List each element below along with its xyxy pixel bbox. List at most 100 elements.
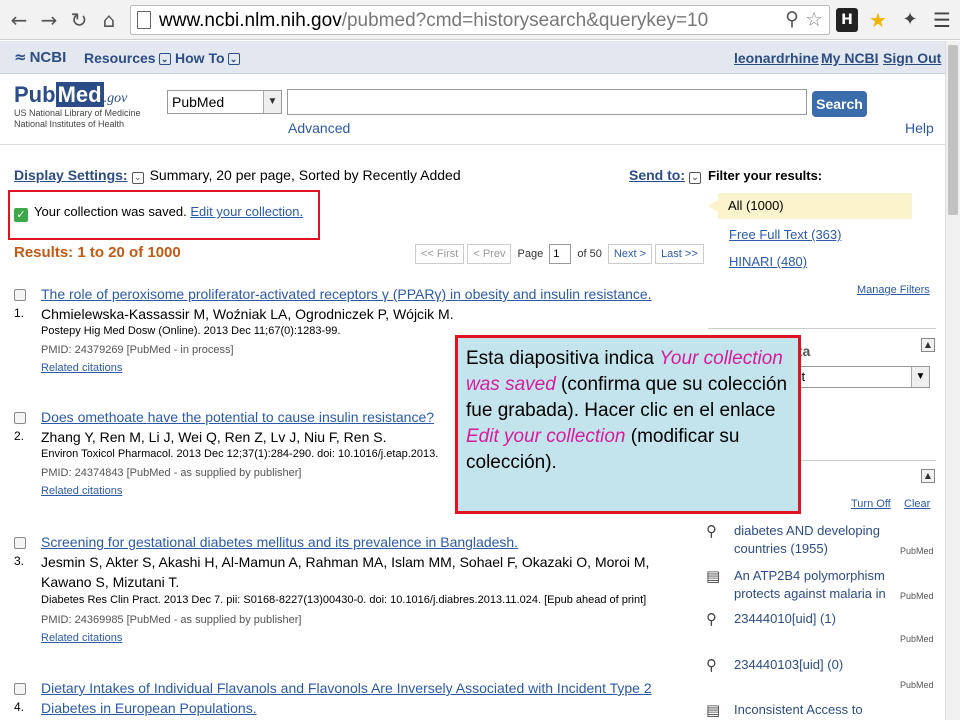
result-title-link[interactable]: Does omethoate have the potential to cau… [41,409,434,425]
ncbi-logo-text: NCBI [29,49,67,66]
result-journal: Postepy Hig Med Dosw (Online). 2013 Dec … [41,325,341,337]
zoom-icon[interactable]: ⚲ [785,8,799,30]
result-number: 4. [14,700,25,714]
result-authors: Zhang Y, Ren M, Li J, Wei Q, Ren Z, Lv J… [41,429,387,445]
database-select-sidebar[interactable]: ct ▼ [790,366,930,388]
filter-free-full-text[interactable]: Free Full Text (363) [729,227,841,242]
logo-med: Med [55,82,104,107]
ncbi-top-bar: ≈ NCBI Resources ⌄ How To ⌄ leonardrhine My… [0,41,945,74]
ncbi-logo[interactable]: ≈ NCBI [14,48,66,66]
result-title-link[interactable]: Screening for gestational diabetes melli… [41,534,518,550]
history-item-db: PubMed [900,680,934,690]
address-bar[interactable]: www.ncbi.nlm.nih.gov/pubmed?cmd=historys… [130,5,830,35]
scrollbar-thumb[interactable] [948,45,958,215]
browser-toolbar: ← → ↻ ⌂ www.ncbi.nlm.nih.gov/pubmed?cmd=… [0,0,960,40]
history-item-text[interactable]: An ATP2B4 polymorphism protects against … [734,567,892,603]
last-page-button[interactable]: Last >> [655,244,704,264]
result-title-link[interactable]: The role of peroxisome proliferator-acti… [41,286,652,302]
chevron-down-icon: ⌄ [158,53,171,65]
result-checkbox[interactable] [14,537,26,549]
collapse-icon[interactable]: ▲ [921,338,935,352]
extension-tools-icon[interactable]: ✦ [898,8,922,32]
result-pmid: PMID: 24369985 [PubMed - as supplied by … [41,614,302,626]
related-citations-link[interactable]: Related citations [41,632,122,644]
browser-menu-icon[interactable]: ☰ [930,8,954,32]
advanced-link[interactable]: Advanced [288,120,350,136]
result-title-link-continued[interactable]: Diabetes in European Populations. [41,700,257,716]
first-page-button[interactable]: << First [415,244,465,264]
filter-all[interactable]: All (1000) [708,193,912,219]
extension-star-icon[interactable]: ★ [866,8,890,32]
howto-menu[interactable]: How To ⌄ [175,50,240,66]
history-item[interactable]: ⚲ 23444010[uid] (1) PubMed [706,610,936,656]
forward-arrow-icon[interactable]: → [36,7,62,33]
history-item-text[interactable]: Inconsistent Access to Food and [734,701,892,720]
history-item-text[interactable]: 234440103[uid] (0) [734,656,892,674]
home-icon[interactable]: ⌂ [96,7,122,33]
result-checkbox[interactable] [14,289,26,301]
result-authors-continued: Kawano S, Mizutani T. [41,574,180,590]
history-item-db: PubMed [900,591,934,601]
prev-page-button[interactable]: < Prev [467,244,512,264]
reload-icon[interactable]: ↻ [66,7,92,33]
result-number: 3. [14,554,25,568]
history-item[interactable]: ▤ Inconsistent Access to Food and [706,701,936,720]
pubmed-logo[interactable]: PubMed .gov US National Library of Medici… [14,82,141,130]
chevron-down-icon: ▼ [911,367,929,387]
results-count: Results: 1 to 20 of 1000 [14,244,181,261]
search-icon: ⚲ [706,656,717,674]
page-scrollbar[interactable] [945,41,960,720]
search-button[interactable]: Search [812,91,867,117]
result-journal: Diabetes Res Clin Pract. 2013 Dec 7. pii… [41,594,647,606]
result-journal: Environ Toxicol Pharmacol. 2013 Dec 12;3… [41,448,439,460]
result-number: 2. [14,429,25,443]
collapse-icon[interactable]: ▲ [921,469,935,483]
highlight-box [8,190,320,240]
search-input[interactable] [287,89,807,115]
page-number-input[interactable]: 1 [549,244,572,264]
chevron-down-icon: ⌄ [227,53,240,65]
my-ncbi-link[interactable]: My NCBI [821,50,879,66]
history-item-db: PubMed [900,546,934,556]
history-item[interactable]: ⚲ 234440103[uid] (0) PubMed [706,656,936,702]
history-item-text[interactable]: diabetes AND developing countries (1955) [734,522,892,558]
filter-hinari[interactable]: HINARI (480) [729,254,807,269]
manage-filters-link[interactable]: Manage Filters [857,284,930,296]
next-page-button[interactable]: Next > [607,244,652,264]
sidebar-divider [708,328,936,329]
result-number: 1. [14,306,25,320]
database-select[interactable]: PubMed ▼ [167,90,282,114]
send-to-link[interactable]: Send to: ⌄ [629,167,707,184]
chevron-down-icon[interactable]: ⌄ [131,172,144,184]
chevron-down-icon: ▼ [263,91,281,113]
logo-pub: Pub [14,82,56,107]
logo-subtitle-1: US National Library of Medicine [14,108,141,118]
search-icon: ⚲ [706,522,717,540]
result-checkbox[interactable] [14,683,26,695]
username-link[interactable]: leonardrhine [734,50,819,66]
clear-link[interactable]: Clear [904,498,930,510]
bookmark-star-icon[interactable]: ☆ [805,7,823,31]
sign-out-link[interactable]: Sign Out [883,50,941,66]
extension-h-icon[interactable]: H [836,8,858,32]
related-citations-link[interactable]: Related citations [41,362,122,374]
pubmed-header: PubMed .gov US National Library of Medici… [0,75,945,145]
help-link[interactable]: Help [905,120,934,136]
history-item-text[interactable]: 23444010[uid] (1) [734,610,892,628]
back-arrow-icon[interactable]: ← [6,7,32,33]
display-settings-summary: Summary, 20 per page, Sorted by Recently… [149,167,461,183]
resources-menu[interactable]: Resources ⌄ [84,50,171,66]
url-text[interactable]: www.ncbi.nlm.nih.gov/pubmed?cmd=historys… [159,10,708,32]
display-settings-link[interactable]: Display Settings: [14,167,128,183]
history-item[interactable]: ▤ An ATP2B4 polymorphism protects agains… [706,567,936,613]
related-citations-link[interactable]: Related citations [41,485,122,497]
result-title-link[interactable]: Dietary Intakes of Individual Flavanols … [41,680,652,696]
turn-off-link[interactable]: Turn Off [851,498,891,510]
history-item-db: PubMed [900,634,934,644]
callout-emphasis-2: Edit your collection [466,426,626,447]
page-icon [137,11,151,29]
result-checkbox[interactable] [14,412,26,424]
result-authors: Jesmin S, Akter S, Akashi H, Al-Mamun A,… [41,554,650,570]
history-item[interactable]: ⚲ diabetes AND developing countries (195… [706,522,936,568]
url-path: /pubmed?cmd=historysearch&querykey=10 [341,10,709,31]
